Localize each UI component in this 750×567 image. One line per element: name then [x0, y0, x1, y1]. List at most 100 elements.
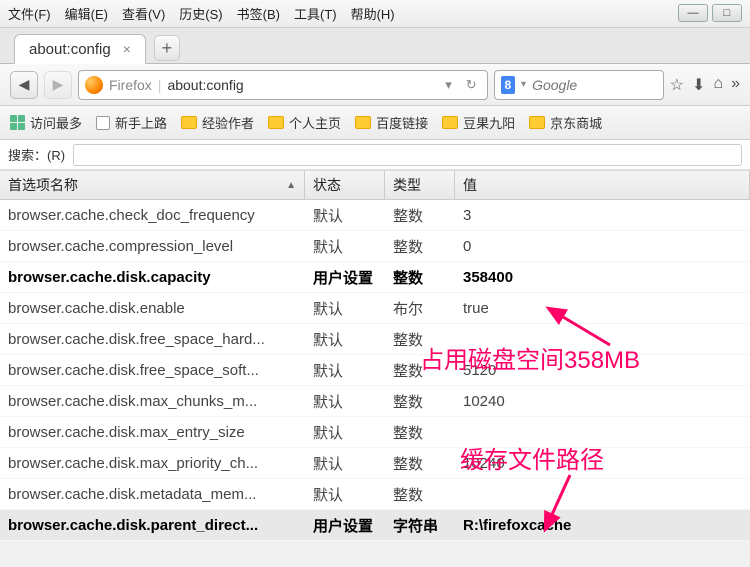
address-bar[interactable]: Firefox | about:config ▾ ↻ — [78, 70, 488, 100]
maximize-button[interactable]: □ — [712, 4, 742, 22]
reload-icon[interactable]: ↻ — [462, 77, 481, 93]
cell-type: 整数 — [385, 360, 455, 381]
new-tab-button[interactable]: + — [154, 35, 180, 61]
cell-type: 整数 — [385, 453, 455, 474]
cell-state: 默认 — [305, 360, 385, 381]
overflow-icon[interactable]: » — [731, 75, 740, 95]
cell-type: 字符串 — [385, 515, 455, 536]
cell-type: 整数 — [385, 484, 455, 505]
cell-name: browser.cache.disk.enable — [0, 300, 305, 317]
cell-name: browser.cache.disk.parent_direct... — [0, 517, 305, 534]
table-row[interactable]: browser.cache.disk.max_chunks_m...默认整数10… — [0, 386, 750, 417]
home-icon[interactable]: ⌂ — [713, 75, 723, 95]
bookmark-most-visited[interactable]: 访问最多 — [10, 113, 82, 132]
cell-name: browser.cache.disk.max_entry_size — [0, 424, 305, 441]
cell-value: 358400 — [455, 269, 750, 286]
cell-name: browser.cache.disk.free_space_hard... — [0, 331, 305, 348]
menu-bookmarks[interactable]: 书签(B) — [237, 4, 280, 23]
cell-name: browser.cache.disk.capacity — [0, 269, 305, 286]
cell-type: 布尔 — [385, 298, 455, 319]
table-row[interactable]: browser.cache.disk.free_space_soft...默认整… — [0, 355, 750, 386]
cell-state: 默认 — [305, 422, 385, 443]
download-icon[interactable]: ⬇ — [692, 75, 705, 95]
menu-file[interactable]: 文件(F) — [8, 4, 51, 23]
table-row[interactable]: browser.cache.disk.free_space_hard...默认整… — [0, 324, 750, 355]
table-row[interactable]: browser.cache.disk.capacity用户设置整数358400 — [0, 262, 750, 293]
forward-button[interactable]: ▶ — [44, 71, 72, 99]
cell-value: R:\firefoxcache — [455, 517, 750, 534]
cell-state: 默认 — [305, 205, 385, 226]
cell-value: 5120 — [455, 362, 750, 379]
tab-aboutconfig[interactable]: about:config × — [14, 34, 146, 64]
table-row[interactable]: browser.cache.compression_level默认整数0 — [0, 231, 750, 262]
url-text: about:config — [167, 77, 243, 93]
bookmark-jd[interactable]: 京东商城 — [529, 113, 602, 132]
toolbar-right: ☆ ⬇ ⌂ » — [670, 75, 740, 95]
cell-state: 默认 — [305, 484, 385, 505]
cell-type: 整数 — [385, 422, 455, 443]
bookmark-experience[interactable]: 经验作者 — [181, 113, 254, 132]
sort-asc-icon: ▲ — [286, 180, 296, 191]
cell-name: browser.cache.disk.metadata_mem... — [0, 486, 305, 503]
table-row[interactable]: browser.cache.disk.max_entry_size默认整数 — [0, 417, 750, 448]
window-controls: — □ — [678, 4, 742, 22]
bookmark-bar: 访问最多 新手上路 经验作者 个人主页 百度链接 豆果九阳 京东商城 — [0, 106, 750, 140]
menu-edit[interactable]: 编辑(E) — [65, 4, 108, 23]
tab-title: about:config — [29, 41, 111, 58]
cell-value: 3 — [455, 207, 750, 224]
cell-value: 10240 — [455, 455, 750, 472]
cell-state: 用户设置 — [305, 267, 385, 288]
col-type[interactable]: 类型 — [385, 171, 455, 199]
cell-state: 默认 — [305, 298, 385, 319]
cell-type: 整数 — [385, 205, 455, 226]
cell-value: 10240 — [455, 393, 750, 410]
nav-toolbar: ◀ ▶ Firefox | about:config ▾ ↻ 8 ▾ ☆ ⬇ ⌂… — [0, 64, 750, 106]
col-state[interactable]: 状态 — [305, 171, 385, 199]
table-row[interactable]: browser.cache.disk.max_priority_ch...默认整… — [0, 448, 750, 479]
url-brand: Firefox — [109, 77, 152, 93]
dropdown-icon[interactable]: ▾ — [441, 77, 456, 93]
tab-bar: about:config × + — [0, 28, 750, 64]
menu-bar: 文件(F) 编辑(E) 查看(V) 历史(S) 书签(B) 工具(T) 帮助(H… — [0, 0, 750, 28]
table-row[interactable]: browser.cache.disk.metadata_mem...默认整数 — [0, 479, 750, 510]
bookmark-douguo[interactable]: 豆果九阳 — [442, 113, 515, 132]
menu-tools[interactable]: 工具(T) — [294, 4, 337, 23]
col-name[interactable]: 首选项名称▲ — [0, 171, 305, 199]
table-row[interactable]: browser.cache.check_doc_frequency默认整数3 — [0, 200, 750, 231]
filter-label: 搜索：(R) — [0, 145, 73, 164]
bookmark-baidu[interactable]: 百度链接 — [355, 113, 428, 132]
menu-help[interactable]: 帮助(H) — [351, 4, 395, 23]
menu-history[interactable]: 历史(S) — [179, 4, 222, 23]
cell-name: browser.cache.disk.free_space_soft... — [0, 362, 305, 379]
cell-name: browser.cache.disk.max_priority_ch... — [0, 455, 305, 472]
cell-type: 整数 — [385, 267, 455, 288]
cell-value: true — [455, 300, 750, 317]
search-box[interactable]: 8 ▾ — [494, 70, 664, 100]
bookmark-novice[interactable]: 新手上路 — [96, 113, 167, 132]
cell-type: 整数 — [385, 329, 455, 350]
firefox-icon — [85, 76, 103, 94]
close-icon[interactable]: × — [123, 41, 131, 57]
cell-state: 默认 — [305, 391, 385, 412]
table-header: 首选项名称▲ 状态 类型 值 — [0, 170, 750, 200]
minimize-button[interactable]: — — [678, 4, 708, 22]
config-table: 首选项名称▲ 状态 类型 值 browser.cache.check_doc_f… — [0, 170, 750, 541]
cell-name: browser.cache.compression_level — [0, 238, 305, 255]
cell-name: browser.cache.disk.max_chunks_m... — [0, 393, 305, 410]
table-body: browser.cache.check_doc_frequency默认整数3br… — [0, 200, 750, 541]
col-value[interactable]: 值 — [455, 171, 750, 199]
cell-state: 默认 — [305, 236, 385, 257]
filter-input[interactable] — [73, 144, 742, 166]
cell-state: 默认 — [305, 453, 385, 474]
bookmark-personal[interactable]: 个人主页 — [268, 113, 341, 132]
menu-view[interactable]: 查看(V) — [122, 4, 165, 23]
cell-state: 默认 — [305, 329, 385, 350]
table-row[interactable]: browser.cache.disk.enable默认布尔true — [0, 293, 750, 324]
chevron-down-icon[interactable]: ▾ — [521, 79, 526, 90]
search-input[interactable] — [532, 77, 657, 93]
back-button[interactable]: ◀ — [10, 71, 38, 99]
cell-type: 整数 — [385, 236, 455, 257]
filter-row: 搜索：(R) — [0, 140, 750, 170]
table-row[interactable]: browser.cache.disk.parent_direct...用户设置字… — [0, 510, 750, 541]
star-icon[interactable]: ☆ — [670, 75, 684, 95]
